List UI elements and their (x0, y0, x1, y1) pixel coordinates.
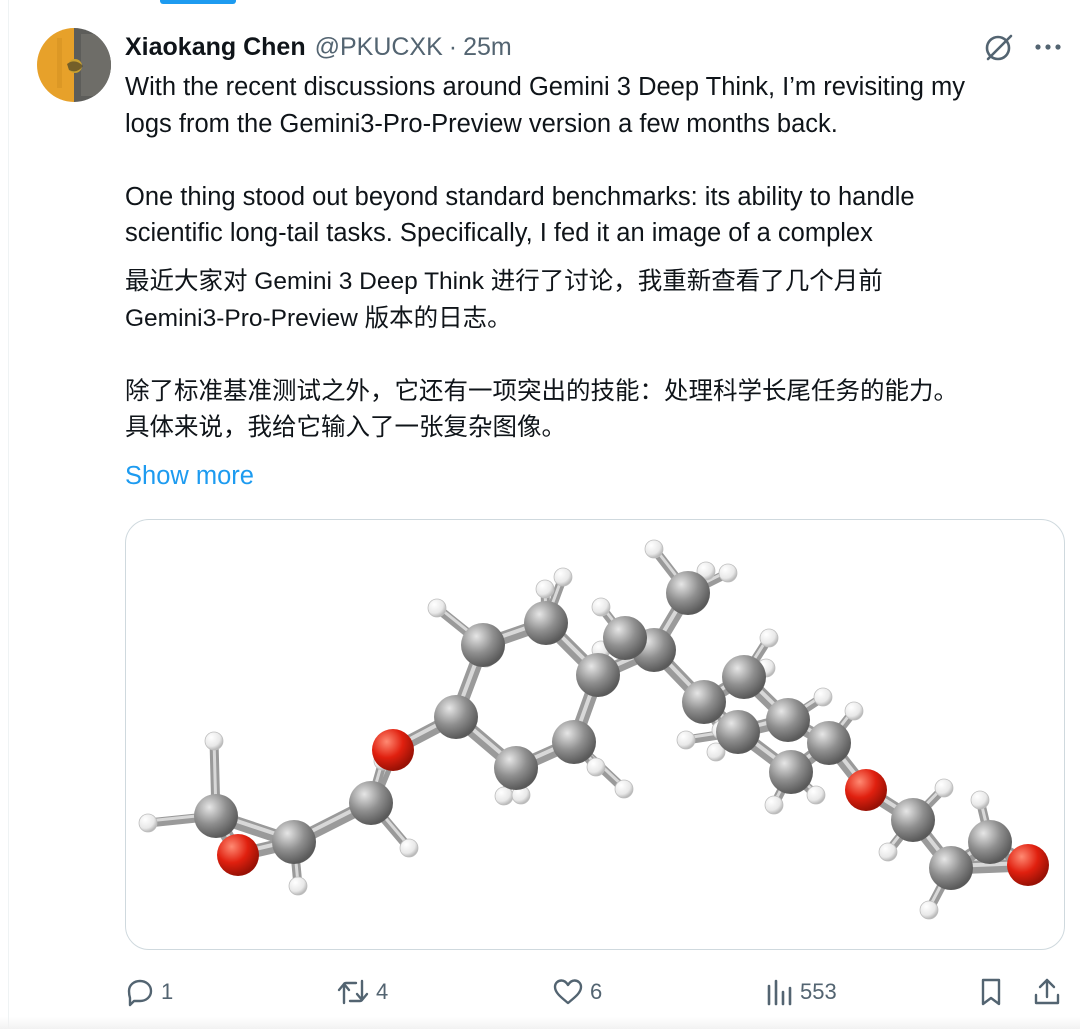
carbon-atom (194, 794, 238, 838)
post-text-line: 具体来说，我给它输入了一张复杂图像。 (125, 414, 566, 441)
post-text-line: One thing stood out beyond standard benc… (125, 182, 915, 211)
hydrogen-atom (764, 795, 784, 815)
carbon-atom (576, 653, 620, 697)
carbon-atom (929, 846, 973, 890)
share-icon (1034, 978, 1060, 1005)
post-header: Xiaokang Chen @PKUCXK · 25m (125, 30, 512, 64)
bottom-edge (0, 1017, 1080, 1029)
views-button[interactable]: 553 (764, 972, 837, 1012)
carbon-atom (968, 820, 1012, 864)
carbon-atom (722, 655, 766, 699)
hydrogen-atom (288, 876, 308, 896)
molecule-image (138, 539, 1049, 920)
grok-icon (985, 34, 1013, 61)
hydrogen-atom (399, 838, 419, 858)
more-options-button[interactable] (1030, 30, 1066, 64)
reply-button[interactable]: 1 (125, 972, 173, 1012)
hydrogen-atom (138, 813, 158, 833)
hydrogen-atom (204, 731, 224, 751)
carbon-atom (807, 721, 851, 765)
carbon-atom (603, 616, 647, 660)
bookmark-icon (981, 978, 1001, 1006)
more-dots-icon (1035, 44, 1061, 50)
carbon-atom (769, 750, 813, 794)
hydrogen-atom (970, 790, 990, 810)
hydrogen-atom (878, 842, 898, 862)
like-button[interactable]: 6 (552, 972, 602, 1012)
heart-icon (553, 979, 583, 1005)
post-timestamp[interactable]: 25m (463, 33, 512, 62)
post-text-line: With the recent discussions around Gemin… (125, 73, 965, 101)
hydrogen-atom (586, 757, 606, 777)
hydrogen-atom (494, 786, 514, 806)
post-text-line (125, 337, 1065, 374)
hydrogen-atom (644, 539, 664, 559)
hydrogen-atom (676, 730, 696, 750)
show-more-link[interactable]: Show more (125, 462, 254, 491)
hydrogen-atom (806, 785, 826, 805)
oxygen-atom (1007, 844, 1049, 886)
views-count: 553 (800, 979, 837, 1004)
tab-active-indicator (160, 0, 236, 4)
avatar[interactable] (37, 28, 111, 102)
carbon-atom (891, 798, 935, 842)
timeline-divider (8, 0, 9, 1029)
hydrogen-atom (614, 779, 634, 799)
post-text-line: logs from the Gemini3-Pro-Preview versio… (125, 109, 838, 138)
carbon-atom (666, 571, 710, 615)
hydrogen-atom (553, 567, 573, 587)
hydrogen-atom (813, 687, 833, 707)
hydrogen-atom (591, 597, 611, 617)
author-name[interactable]: Xiaokang Chen (125, 33, 306, 62)
hydrogen-atom (427, 598, 447, 618)
hydrogen-atom (934, 778, 954, 798)
oxygen-atom (372, 729, 414, 771)
hydrogen-atom (844, 701, 864, 721)
post-text-line: 最近大家对 Gemini 3 Deep Think 进行了讨论，我重新查看了几个… (125, 268, 883, 295)
repost-count: 4 (376, 979, 389, 1004)
post-text-line: scientific long-tail tasks. Specifically… (125, 219, 873, 247)
carbon-atom (552, 720, 596, 764)
reply-count: 1 (161, 979, 174, 1004)
author-handle[interactable]: @PKUCXK (315, 33, 443, 62)
avatar-photo-icon (37, 28, 111, 102)
carbon-atom (682, 680, 726, 724)
carbon-atom (434, 695, 478, 739)
repost-button[interactable]: 4 (336, 972, 388, 1012)
post-text-line: 除了标准基准测试之外，它还有一项突出的技能：处理科学长尾任务的能力。 (125, 377, 958, 405)
like-count: 6 (590, 979, 603, 1004)
repost-icon (337, 979, 369, 1005)
hydrogen-atom (919, 900, 939, 920)
hydrogen-atom (535, 579, 555, 599)
share-button[interactable] (1032, 972, 1062, 1012)
post-text-line (125, 142, 1065, 179)
carbon-atom (494, 746, 538, 790)
post-text-english: With the recent discussions around Gemin… (125, 69, 1065, 252)
carbon-atom (716, 710, 760, 754)
hydrogen-atom (718, 563, 738, 583)
oxygen-atom (217, 834, 259, 876)
views-icon (767, 979, 792, 1006)
post-text-chinese: 最近大家对 Gemini 3 Deep Think 进行了讨论，我重新查看了几个… (125, 264, 1065, 447)
carbon-atom (766, 698, 810, 742)
oxygen-atom (845, 769, 887, 811)
carbon-atom (461, 623, 505, 667)
bookmark-button[interactable] (976, 972, 1006, 1012)
post-actions-bar: 1 4 6 553 (0, 972, 1080, 1012)
grok-button[interactable] (980, 30, 1018, 64)
carbon-atom (524, 601, 568, 645)
carbon-atom (272, 820, 316, 864)
post-media-image[interactable] (125, 519, 1065, 950)
post-text-line: Gemini3-Pro-Preview 版本的日志。 (125, 304, 512, 332)
hydrogen-atom (759, 628, 779, 648)
reply-icon (127, 979, 153, 1007)
separator-dot: · (448, 32, 458, 61)
carbon-atom (349, 781, 393, 825)
